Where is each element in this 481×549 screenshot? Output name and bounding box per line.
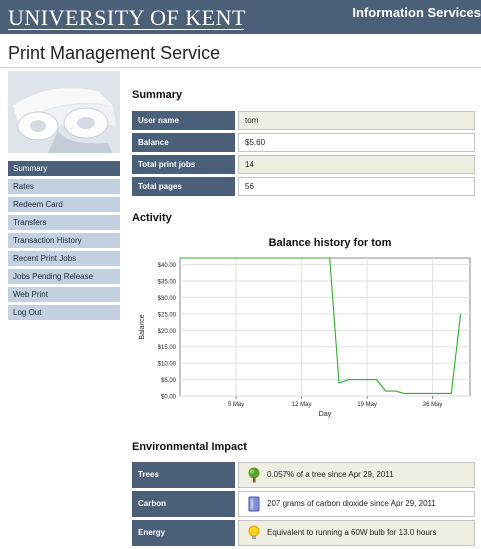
environment-value-text: 0.057% of a tree since Apr 29, 2011 xyxy=(267,470,394,479)
balance-history-chart: Balance history for tom $0.00 $5.00 $10.00 $… xyxy=(132,232,475,420)
y-tick-label: $10.00 xyxy=(158,362,177,368)
summary-value: 14 xyxy=(238,155,475,174)
y-axis-label: Balance xyxy=(139,314,146,339)
environment-value: 0.057% of a tree since Apr 29, 2011 xyxy=(238,462,475,488)
summary-row-username: User name tom xyxy=(132,111,475,130)
carbon-icon xyxy=(248,496,260,512)
environment-value: 207 grams of carbon dioxide since Apr 29… xyxy=(238,491,475,517)
environmental-impact-heading: Environmental Impact xyxy=(132,441,247,453)
chart-title: Balance history for tom xyxy=(269,237,392,249)
summary-label: Total print jobs xyxy=(132,155,235,174)
sidebar-item-rates[interactable]: Rates xyxy=(8,179,120,194)
summary-row-total-pages: Total pages 56 xyxy=(132,177,475,196)
university-logo-text[interactable]: UNIVERSITY OF KENT xyxy=(8,5,246,31)
bulb-icon xyxy=(248,525,260,539)
y-tick-label: $20.00 xyxy=(158,329,177,335)
x-tick-label: 12 May xyxy=(292,402,312,408)
header-bar: UNIVERSITY OF KENT Information Services xyxy=(0,0,481,34)
sidebar-item-jobs-pending-release[interactable]: Jobs Pending Release xyxy=(8,269,120,284)
x-tick-label: 26 May xyxy=(423,402,443,408)
activity-heading: Activity xyxy=(132,212,172,224)
environment-label: Trees xyxy=(132,462,235,488)
summary-table: User name tom Balance $5.60 Total print … xyxy=(132,111,475,199)
y-tick-label: $40.00 xyxy=(158,263,177,269)
x-tick-label: 5 May xyxy=(228,402,244,408)
summary-value: tom xyxy=(238,111,475,130)
page-title: Print Management Service xyxy=(8,43,221,63)
sidebar-nav: Summary Rates Redeem Card Transfers Tran… xyxy=(8,161,120,323)
summary-label: Total pages xyxy=(132,177,235,196)
environment-row-carbon: Carbon 207 grams of carbon dioxide since… xyxy=(132,491,475,517)
environment-value-text: Equivalent to running a 60W bulb for 13.… xyxy=(267,528,437,537)
y-tick-label: $25.00 xyxy=(158,312,177,318)
service-title: Information Services xyxy=(352,5,481,20)
y-tick-label: $0.00 xyxy=(161,395,177,401)
y-tick-label: $15.00 xyxy=(158,345,177,351)
environment-table: Trees 0.057% of a tree since Apr 29, 201… xyxy=(132,462,475,549)
brand-underline xyxy=(8,29,244,30)
y-tick-label: $5.00 xyxy=(161,378,177,384)
x-axis-label: Day xyxy=(319,411,332,418)
plot-area xyxy=(179,257,471,397)
y-tick-label: $35.00 xyxy=(158,280,177,286)
title-divider xyxy=(0,67,481,68)
environment-value: Equivalent to running a 60W bulb for 13.… xyxy=(238,520,475,546)
x-tick-label: 19 May xyxy=(357,402,377,408)
sidebar-item-recent-print-jobs[interactable]: Recent Print Jobs xyxy=(8,251,120,266)
summary-value: 56 xyxy=(238,177,475,196)
sidebar-item-transfers[interactable]: Transfers xyxy=(8,215,120,230)
balance-chart-svg: Balance history for tom $0.00 $5.00 $10.00 $… xyxy=(139,237,471,418)
environment-label: Carbon xyxy=(132,491,235,517)
paper-rolls-image xyxy=(8,71,120,153)
sidebar-item-redeem-card[interactable]: Redeem Card xyxy=(8,197,120,212)
summary-value: $5.60 xyxy=(238,133,475,152)
environment-row-energy: Energy Equivalent to running a 60W bulb … xyxy=(132,520,475,546)
sidebar-item-transaction-history[interactable]: Transaction History xyxy=(8,233,120,248)
environment-row-trees: Trees 0.057% of a tree since Apr 29, 201… xyxy=(132,462,475,488)
sidebar-item-summary[interactable]: Summary xyxy=(8,161,120,176)
y-tick-label: $30.00 xyxy=(158,296,177,302)
sidebar-item-web-print[interactable]: Web Print xyxy=(8,287,120,302)
summary-heading: Summary xyxy=(132,89,183,101)
sidebar-item-log-out[interactable]: Log Out xyxy=(8,305,120,320)
summary-label: Balance xyxy=(132,133,235,152)
summary-label: User name xyxy=(132,111,235,130)
summary-row-total-print-jobs: Total print jobs 14 xyxy=(132,155,475,174)
summary-row-balance: Balance $5.60 xyxy=(132,133,475,152)
tree-icon xyxy=(248,467,260,483)
environment-label: Energy xyxy=(132,520,235,546)
environment-value-text: 207 grams of carbon dioxide since Apr 29… xyxy=(267,499,436,508)
paper-rolls-illustration xyxy=(8,71,120,153)
